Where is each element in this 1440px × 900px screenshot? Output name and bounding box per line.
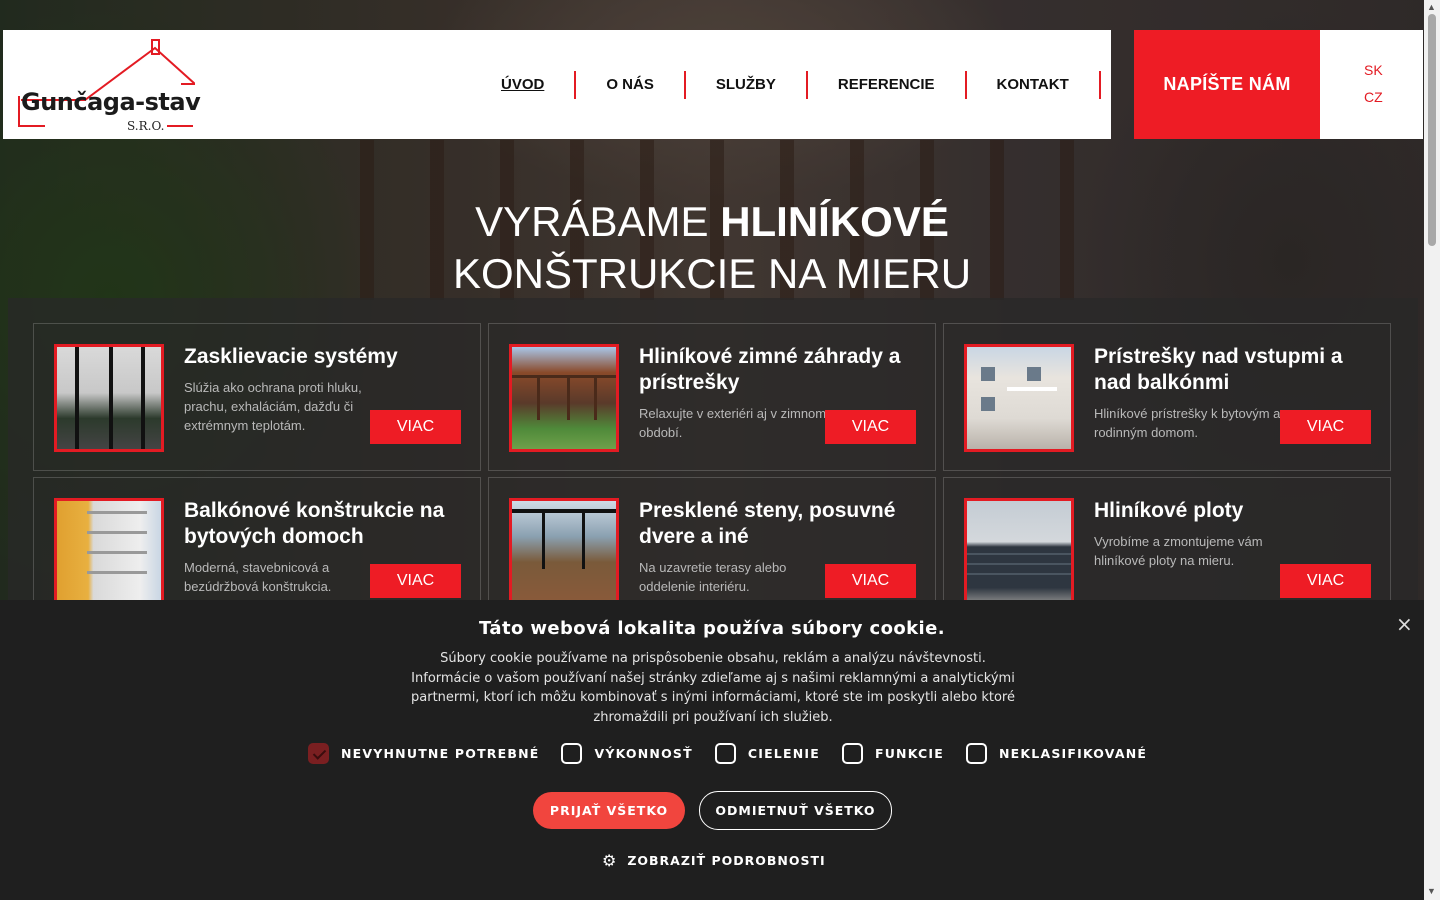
- contact-cta-button[interactable]: NAPÍŠTE NÁM: [1134, 30, 1320, 139]
- cookie-option-functionality[interactable]: FUNKCIE: [841, 743, 945, 764]
- service-description: Moderná, stavebnicová a bezúdržbová konš…: [184, 560, 332, 594]
- service-card[interactable]: Prístrešky nad vstupmi a nad balkónmi Hl…: [943, 323, 1391, 471]
- service-description: Na uzavretie terasy alebo oddelenie inte…: [639, 560, 787, 594]
- checkbox-necessary[interactable]: [308, 743, 329, 764]
- service-title[interactable]: Prístrešky nad vstupmi a nad balkónmi: [1094, 344, 1374, 396]
- service-description: Hliníkové prístrešky k bytovým a rodinný…: [1094, 406, 1281, 440]
- nav-item-sluzby[interactable]: SLUŽBY: [686, 76, 806, 93]
- service-card[interactable]: Hliníkové zimné záhrady a prístrešky Rel…: [488, 323, 936, 471]
- service-more-button[interactable]: VIAC: [370, 410, 461, 444]
- site-header: Gunčaga-stav S.R.O. ÚVOD O NÁS SLUŽBY RE…: [3, 30, 1111, 139]
- hero-title-line2: KONŠTRUKCIE NA MIERU: [452, 250, 972, 297]
- scroll-down-arrow-icon[interactable]: ▼: [1427, 886, 1436, 896]
- service-description: Vyrobíme a zmontujeme vám hliníkové plot…: [1094, 534, 1263, 568]
- logo-subtitle: S.R.O.: [127, 119, 165, 133]
- cookie-option-necessary[interactable]: NEVYHNUTNE POTREBNÉ: [308, 743, 539, 764]
- logo[interactable]: [15, 38, 198, 133]
- service-title[interactable]: Zasklievacie systémy: [184, 344, 464, 370]
- show-details-label: ZOBRAZIŤ PODROBNOSTI: [627, 853, 826, 868]
- main-nav: ÚVOD O NÁS SLUŽBY REFERENCIE KONTAKT: [471, 30, 1101, 139]
- service-more-button[interactable]: VIAC: [825, 410, 916, 444]
- page-scrollbar[interactable]: ▲ ▼: [1424, 0, 1440, 900]
- logo-house-icon: [18, 39, 198, 127]
- service-title[interactable]: Balkónové konštrukcie na bytových domoch: [184, 498, 464, 550]
- gear-icon: ⚙: [602, 851, 618, 870]
- service-image: [964, 498, 1074, 606]
- service-title[interactable]: Hliníkové ploty: [1094, 498, 1374, 524]
- cookie-option-label: NEVYHNUTNE POTREBNÉ: [341, 746, 540, 761]
- service-more-button[interactable]: VIAC: [370, 564, 461, 598]
- nav-item-uvod[interactable]: ÚVOD: [471, 76, 574, 93]
- nav-separator: [1098, 70, 1101, 99]
- service-image: [509, 498, 619, 606]
- cookie-option-label: CIELENIE: [747, 746, 820, 761]
- service-card[interactable]: Zasklievacie systémy Slúžia ako ochrana …: [33, 323, 481, 471]
- cookie-text: Súbory cookie používame na prispôsobenie…: [411, 651, 1015, 725]
- service-description: Relaxujte v exteriéri aj v zimnom období…: [639, 406, 827, 440]
- logo-text: Gunčaga-stav: [21, 88, 201, 116]
- service-image: [54, 498, 164, 606]
- service-description: Slúžia ako ochrana proti hluku, prachu, …: [184, 380, 362, 433]
- checkbox-performance[interactable]: [561, 743, 583, 764]
- scroll-up-arrow-icon[interactable]: ▲: [1427, 2, 1436, 12]
- checkbox-unclassified[interactable]: [966, 743, 988, 764]
- cookie-option-label: VÝKONNOSŤ: [594, 746, 693, 761]
- accept-all-button[interactable]: PRIJAŤ VŠETKO: [533, 792, 685, 829]
- services-panel: Zasklievacie systémy Slúžia ako ochrana …: [8, 298, 1418, 625]
- cookie-option-unclassified[interactable]: NEKLASIFIKOVANÉ: [966, 743, 1147, 764]
- checkbox-targeting[interactable]: [714, 743, 736, 764]
- show-details-button[interactable]: ⚙ ZOBRAZIŤ PODROBNOSTI: [602, 851, 826, 870]
- scrollbar-thumb[interactable]: [1428, 14, 1436, 246]
- service-title[interactable]: Hliníkové zimné záhrady a prístrešky: [639, 344, 919, 396]
- cookie-option-targeting[interactable]: CIELENIE: [714, 743, 820, 764]
- service-image: [964, 344, 1074, 452]
- cookie-option-label: NEKLASIFIKOVANÉ: [999, 746, 1148, 761]
- cookie-banner: × Táto webová lokalita používa súbory co…: [0, 600, 1424, 900]
- service-image: [54, 344, 164, 452]
- cookie-option-performance[interactable]: VÝKONNOSŤ: [561, 743, 692, 764]
- cookie-option-label: FUNKCIE: [874, 746, 945, 761]
- reject-all-button[interactable]: ODMIETNUŤ VŠETKO: [699, 791, 892, 830]
- hero-title-light: VYRÁBAME: [475, 198, 721, 245]
- service-more-button[interactable]: VIAC: [1280, 564, 1371, 598]
- lang-sk-link[interactable]: SK: [1364, 62, 1383, 78]
- nav-item-o-nas[interactable]: O NÁS: [576, 76, 684, 93]
- cookie-options: NEVYHNUTNE POTREBNÉ VÝKONNOSŤ CIELENIE F…: [308, 743, 1169, 764]
- service-more-button[interactable]: VIAC: [825, 564, 916, 598]
- service-more-button[interactable]: VIAC: [1280, 410, 1371, 444]
- cookie-title: Táto webová lokalita používa súbory cook…: [479, 618, 945, 639]
- service-image: [509, 344, 619, 452]
- nav-item-referencie[interactable]: REFERENCIE: [808, 76, 965, 93]
- service-title[interactable]: Presklené steny, posuvné dvere a iné: [639, 498, 919, 550]
- nav-item-kontakt[interactable]: KONTAKT: [967, 76, 1099, 93]
- hero-title-bold: HLINÍKOVÉ: [720, 198, 949, 245]
- checkbox-functionality[interactable]: [841, 743, 863, 764]
- language-switcher: SK CZ: [1320, 30, 1423, 139]
- lang-cz-link[interactable]: CZ: [1364, 89, 1383, 105]
- hero-title: VYRÁBAME HLINÍKOVÉ KONŠTRUKCIE NA MIERU: [0, 196, 1424, 300]
